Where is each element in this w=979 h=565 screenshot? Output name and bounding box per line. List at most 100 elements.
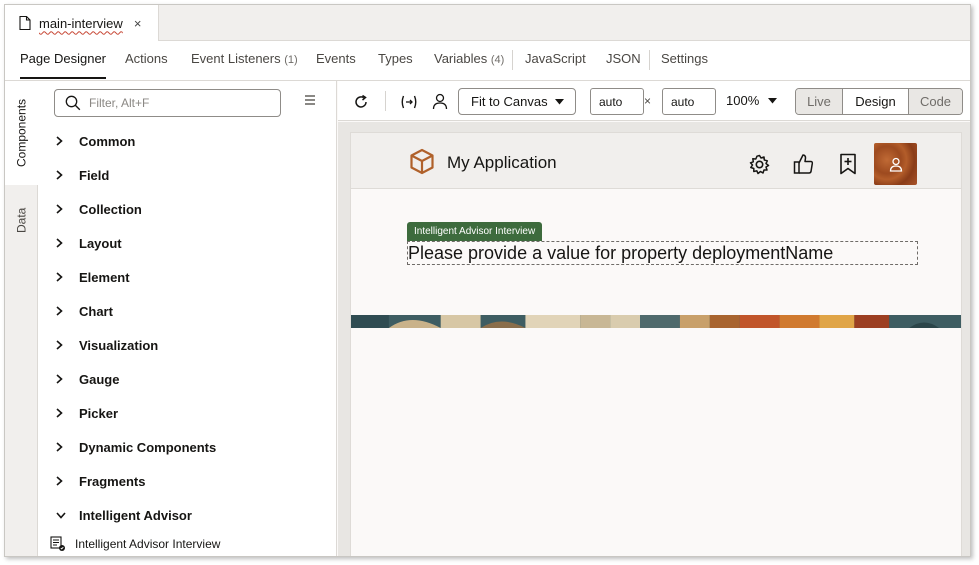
tab-label: Actions xyxy=(125,51,168,66)
tab-variables[interactable]: Variables (4) xyxy=(434,41,504,81)
tab-label: Page Designer xyxy=(20,51,106,66)
chevron-right-icon xyxy=(56,374,66,384)
canvas-toolbar: Fit to Canvas × 100% Live Design Code xyxy=(338,81,970,121)
component-intelligent-advisor-interview[interactable]: Intelligent Advisor Interview xyxy=(50,534,220,554)
view-mode-switch: Live Design Code xyxy=(795,88,963,115)
category-element[interactable]: Element xyxy=(38,260,337,294)
tab-javascript[interactable]: JavaScript xyxy=(525,41,586,81)
chevron-right-icon xyxy=(56,306,66,316)
category-field[interactable]: Field xyxy=(38,158,337,192)
category-label: Common xyxy=(79,133,136,149)
tab-actions[interactable]: Actions xyxy=(125,41,168,81)
interview-component-placeholder[interactable]: Please provide a value for property depl… xyxy=(407,241,918,265)
category-label: Visualization xyxy=(79,337,159,353)
app-header: My Application xyxy=(351,133,961,189)
chevron-right-icon xyxy=(56,238,66,248)
tab-count: (1) xyxy=(284,54,298,66)
fit-to-canvas-dropdown[interactable]: Fit to Canvas xyxy=(458,88,576,115)
variable-binding-icon[interactable] xyxy=(400,94,418,110)
canvas-width-input[interactable] xyxy=(590,88,644,115)
chevron-right-icon xyxy=(56,442,66,452)
search-input[interactable] xyxy=(89,96,259,110)
fit-label: Fit to Canvas xyxy=(471,94,548,109)
designer-tabs: Page Designer Actions Event Listeners (1… xyxy=(5,41,970,81)
close-tab-icon[interactable]: × xyxy=(134,16,142,31)
rail-tab-label: Components xyxy=(14,98,29,168)
tab-settings[interactable]: Settings xyxy=(661,41,708,81)
app-title: My Application xyxy=(447,153,557,172)
bookmark-add-icon[interactable] xyxy=(839,153,857,175)
tab-page-designer[interactable]: Page Designer xyxy=(20,41,106,81)
page-preview: My Application Intelligent Advisor Inter… xyxy=(350,132,962,556)
tab-label: Types xyxy=(378,51,413,66)
search-icon xyxy=(65,95,81,111)
category-label: Field xyxy=(79,167,110,183)
category-label: Gauge xyxy=(79,371,120,387)
category-common[interactable]: Common xyxy=(38,124,337,158)
category-intelligent-advisor[interactable]: Intelligent Advisor xyxy=(38,498,337,532)
tab-label: Settings xyxy=(661,51,708,66)
chevron-right-icon xyxy=(56,272,66,282)
side-rail: Components Data xyxy=(5,81,38,556)
chevron-right-icon xyxy=(56,204,66,214)
zoom-level[interactable]: 100% xyxy=(726,93,759,108)
category-label: Collection xyxy=(79,201,142,217)
tab-label: Variables xyxy=(434,51,488,66)
user-role-icon[interactable] xyxy=(432,93,448,110)
category-picker[interactable]: Picker xyxy=(38,396,337,430)
tab-divider xyxy=(512,50,513,70)
mode-code-button[interactable]: Code xyxy=(909,89,962,114)
settings-gear-icon[interactable] xyxy=(749,154,770,175)
category-fragments[interactable]: Fragments xyxy=(38,464,337,498)
category-label: Dynamic Components xyxy=(79,439,217,455)
app-window: main-interview × Page Designer Actions E… xyxy=(4,4,971,557)
rail-tab-label: Data xyxy=(14,207,29,233)
canvas-height-input[interactable] xyxy=(662,88,716,115)
refresh-icon[interactable] xyxy=(353,94,369,110)
design-canvas: My Application Intelligent Advisor Inter… xyxy=(338,122,970,556)
category-label: Layout xyxy=(79,235,122,251)
tab-events[interactable]: Events xyxy=(316,41,356,81)
mode-design-button[interactable]: Design xyxy=(843,89,909,114)
category-collection[interactable]: Collection xyxy=(38,192,337,226)
component-label: Intelligent Advisor Interview xyxy=(75,537,221,551)
tab-count: (4) xyxy=(490,54,505,66)
decorative-pattern-band xyxy=(351,315,961,328)
thumbs-up-icon[interactable] xyxy=(793,153,814,175)
file-tab-label: main-interview xyxy=(39,15,123,31)
category-label: Element xyxy=(79,269,130,285)
tab-json[interactable]: JSON xyxy=(606,41,641,81)
mode-live-button[interactable]: Live xyxy=(796,89,843,114)
chevron-right-icon xyxy=(56,476,66,486)
category-gauge[interactable]: Gauge xyxy=(38,362,337,396)
chevron-right-icon xyxy=(56,170,66,180)
tab-label: Event Listeners xyxy=(191,51,281,66)
tab-label: JSON xyxy=(606,51,641,66)
menu-icon[interactable] xyxy=(304,95,316,105)
zoom-chevron-down-icon[interactable] xyxy=(768,98,777,104)
category-label: Picker xyxy=(79,405,119,421)
document-icon xyxy=(19,16,31,30)
tab-event-listeners[interactable]: Event Listeners (1) xyxy=(191,41,298,81)
category-label: Fragments xyxy=(79,473,146,489)
category-chart[interactable]: Chart xyxy=(38,294,337,328)
tab-types[interactable]: Types xyxy=(378,41,413,81)
rail-tab-components[interactable]: Components xyxy=(5,81,38,185)
user-avatar[interactable] xyxy=(874,143,917,185)
tab-label: Events xyxy=(316,51,356,66)
chevron-right-icon xyxy=(56,408,66,418)
search-box[interactable] xyxy=(54,89,281,117)
interview-component-icon xyxy=(50,536,65,551)
category-dynamic-components[interactable]: Dynamic Components xyxy=(38,430,337,464)
chevron-down-icon xyxy=(56,511,66,519)
rail-tab-data[interactable]: Data xyxy=(5,185,38,255)
components-panel: Common Field Collection Layout Element Chart V… xyxy=(38,81,337,556)
category-layout[interactable]: Layout xyxy=(38,226,337,260)
category-label: Chart xyxy=(79,303,113,319)
category-label: Intelligent Advisor xyxy=(79,507,192,523)
chevron-right-icon xyxy=(56,136,66,146)
user-icon xyxy=(889,157,902,172)
toolbar-divider xyxy=(385,91,386,111)
file-tab-main-interview[interactable]: main-interview × xyxy=(5,5,159,41)
category-visualization[interactable]: Visualization xyxy=(38,328,337,362)
